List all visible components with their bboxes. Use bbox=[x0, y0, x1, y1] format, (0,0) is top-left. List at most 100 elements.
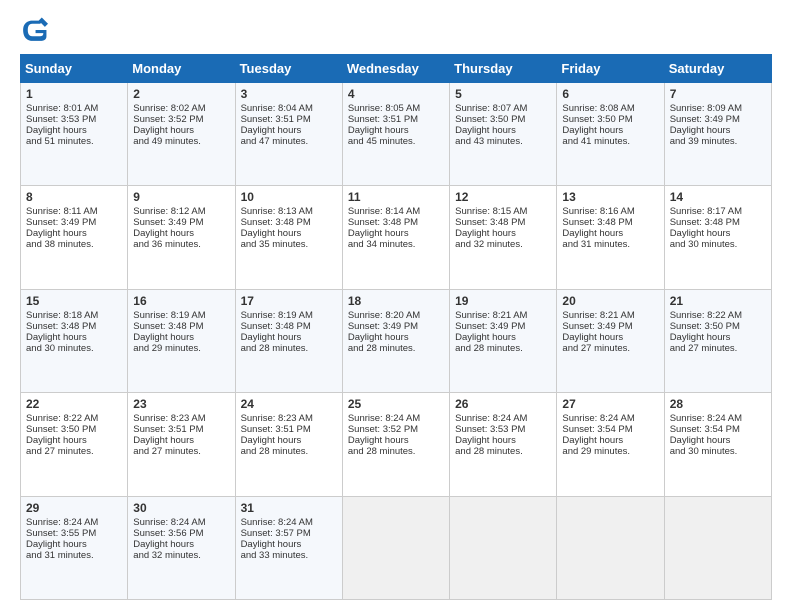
day-number: 1 bbox=[26, 87, 122, 101]
day-number: 8 bbox=[26, 190, 122, 204]
col-tuesday: Tuesday bbox=[235, 55, 342, 83]
sunrise-text: Sunrise: 8:22 AMSunset: 3:50 PMDaylight … bbox=[26, 413, 98, 457]
table-row: 9 Sunrise: 8:12 AMSunset: 3:49 PMDaylight… bbox=[128, 186, 235, 289]
calendar-table: Sunday Monday Tuesday Wednesday Thursday… bbox=[20, 54, 772, 600]
sunrise-text: Sunrise: 8:16 AMSunset: 3:48 PMDaylight … bbox=[562, 206, 634, 250]
table-row: 2 Sunrise: 8:02 AMSunset: 3:52 PMDaylight… bbox=[128, 83, 235, 186]
day-number: 30 bbox=[133, 501, 229, 515]
day-number: 2 bbox=[133, 87, 229, 101]
table-row: 4 Sunrise: 8:05 AMSunset: 3:51 PMDaylight… bbox=[342, 83, 449, 186]
day-number: 31 bbox=[241, 501, 337, 515]
day-number: 7 bbox=[670, 87, 766, 101]
table-row: 13 Sunrise: 8:16 AMSunset: 3:48 PMDayligh… bbox=[557, 186, 664, 289]
table-row: 25Sunrise: 8:24 AMSunset: 3:52 PMDayligh… bbox=[342, 393, 449, 496]
sunrise-text: Sunrise: 8:05 AMSunset: 3:51 PMDaylight … bbox=[348, 103, 420, 147]
day-number: 24 bbox=[241, 397, 337, 411]
day-number: 6 bbox=[562, 87, 658, 101]
col-friday: Friday bbox=[557, 55, 664, 83]
table-row: 5 Sunrise: 8:07 AMSunset: 3:50 PMDaylight… bbox=[450, 83, 557, 186]
day-number: 4 bbox=[348, 87, 444, 101]
table-row: 17 Sunrise: 8:19 AMSunset: 3:48 PMDayligh… bbox=[235, 289, 342, 392]
sunrise-text: Sunrise: 8:14 AMSunset: 3:48 PMDaylight … bbox=[348, 206, 420, 250]
sunrise-text: Sunrise: 8:04 AMSunset: 3:51 PMDaylight … bbox=[241, 103, 313, 147]
table-row: 22 Sunrise: 8:22 AMSunset: 3:50 PMDayligh… bbox=[21, 393, 128, 496]
sunrise-text: Sunrise: 8:13 AMSunset: 3:48 PMDaylight … bbox=[241, 206, 313, 250]
col-monday: Monday bbox=[128, 55, 235, 83]
day-number: 9 bbox=[133, 190, 229, 204]
sunrise-text: Sunrise: 8:09 AMSunset: 3:49 PMDaylight … bbox=[670, 103, 742, 147]
day-number: 19 bbox=[455, 294, 551, 308]
sunrise-text: Sunrise: 8:24 AMSunset: 3:56 PMDaylight … bbox=[133, 517, 205, 561]
sunrise-text: Sunrise: 8:17 AMSunset: 3:48 PMDaylight … bbox=[670, 206, 742, 250]
day-number: 12 bbox=[455, 190, 551, 204]
table-row: 16 Sunrise: 8:19 AMSunset: 3:48 PMDayligh… bbox=[128, 289, 235, 392]
day-number: 3 bbox=[241, 87, 337, 101]
day-number: 16 bbox=[133, 294, 229, 308]
sunrise-text: Sunrise: 8:12 AMSunset: 3:49 PMDaylight … bbox=[133, 206, 205, 250]
table-row: 8 Sunrise: 8:11 AMSunset: 3:49 PMDaylight… bbox=[21, 186, 128, 289]
table-row: 30 Sunrise: 8:24 AMSunset: 3:56 PMDayligh… bbox=[128, 496, 235, 599]
sunrise-text: Sunrise: 8:15 AMSunset: 3:48 PMDaylight … bbox=[455, 206, 527, 250]
sunrise-text: Sunrise: 8:08 AMSunset: 3:50 PMDaylight … bbox=[562, 103, 634, 147]
sunrise-text: Sunrise: 8:19 AMSunset: 3:48 PMDaylight … bbox=[133, 310, 205, 354]
table-row: 28 Sunrise: 8:24 AMSunset: 3:54 PMDayligh… bbox=[664, 393, 771, 496]
table-row: 29Sunrise: 8:24 AMSunset: 3:55 PMDayligh… bbox=[21, 496, 128, 599]
header-row: Sunday Monday Tuesday Wednesday Thursday… bbox=[21, 55, 772, 83]
table-row bbox=[342, 496, 449, 599]
sunrise-text: Sunrise: 8:07 AMSunset: 3:50 PMDaylight … bbox=[455, 103, 527, 147]
sunrise-text: Sunrise: 8:11 AMSunset: 3:49 PMDaylight … bbox=[26, 206, 98, 250]
day-number: 28 bbox=[670, 397, 766, 411]
table-row: 31Sunrise: 8:24 AMSunset: 3:57 PMDayligh… bbox=[235, 496, 342, 599]
day-number: 14 bbox=[670, 190, 766, 204]
day-number: 22 bbox=[26, 397, 122, 411]
table-row: 6 Sunrise: 8:08 AMSunset: 3:50 PMDaylight… bbox=[557, 83, 664, 186]
table-row: 20 Sunrise: 8:21 AMSunset: 3:49 PMDayligh… bbox=[557, 289, 664, 392]
col-saturday: Saturday bbox=[664, 55, 771, 83]
table-row: 15 Sunrise: 8:18 AMSunset: 3:48 PMDayligh… bbox=[21, 289, 128, 392]
logo bbox=[20, 16, 52, 44]
sunrise-text: Sunrise: 8:18 AMSunset: 3:48 PMDaylight … bbox=[26, 310, 98, 354]
calendar-week-2: 8 Sunrise: 8:11 AMSunset: 3:49 PMDaylight… bbox=[21, 186, 772, 289]
sunrise-text: Sunrise: 8:20 AMSunset: 3:49 PMDaylight … bbox=[348, 310, 420, 354]
sunrise-text: Sunrise: 8:01 AMSunset: 3:53 PMDaylight … bbox=[26, 103, 98, 147]
table-row bbox=[557, 496, 664, 599]
sunrise-text: Sunrise: 8:22 AMSunset: 3:50 PMDaylight … bbox=[670, 310, 742, 354]
table-row: 27 Sunrise: 8:24 AMSunset: 3:54 PMDayligh… bbox=[557, 393, 664, 496]
sunrise-text: Sunrise: 8:19 AMSunset: 3:48 PMDaylight … bbox=[241, 310, 313, 354]
col-wednesday: Wednesday bbox=[342, 55, 449, 83]
table-row: 10 Sunrise: 8:13 AMSunset: 3:48 PMDayligh… bbox=[235, 186, 342, 289]
sunrise-text: Sunrise: 8:23 AMSunset: 3:51 PMDaylight … bbox=[133, 413, 205, 457]
day-number: 25 bbox=[348, 397, 444, 411]
col-sunday: Sunday bbox=[21, 55, 128, 83]
day-number: 21 bbox=[670, 294, 766, 308]
calendar-week-3: 15 Sunrise: 8:18 AMSunset: 3:48 PMDayligh… bbox=[21, 289, 772, 392]
col-thursday: Thursday bbox=[450, 55, 557, 83]
day-number: 15 bbox=[26, 294, 122, 308]
table-row: 14 Sunrise: 8:17 AMSunset: 3:48 PMDayligh… bbox=[664, 186, 771, 289]
sunrise-text: Sunrise: 8:23 AMSunset: 3:51 PMDaylight … bbox=[241, 413, 313, 457]
calendar-page: Sunday Monday Tuesday Wednesday Thursday… bbox=[0, 0, 792, 612]
day-number: 11 bbox=[348, 190, 444, 204]
day-number: 17 bbox=[241, 294, 337, 308]
table-row: 24 Sunrise: 8:23 AMSunset: 3:51 PMDayligh… bbox=[235, 393, 342, 496]
logo-icon bbox=[20, 16, 48, 44]
day-number: 5 bbox=[455, 87, 551, 101]
day-number: 10 bbox=[241, 190, 337, 204]
table-row: 12 Sunrise: 8:15 AMSunset: 3:48 PMDayligh… bbox=[450, 186, 557, 289]
day-number: 18 bbox=[348, 294, 444, 308]
table-row: 18 Sunrise: 8:20 AMSunset: 3:49 PMDayligh… bbox=[342, 289, 449, 392]
sunrise-text: Sunrise: 8:21 AMSunset: 3:49 PMDaylight … bbox=[455, 310, 527, 354]
day-number: 20 bbox=[562, 294, 658, 308]
day-number: 29 bbox=[26, 501, 122, 515]
table-row: 21 Sunrise: 8:22 AMSunset: 3:50 PMDayligh… bbox=[664, 289, 771, 392]
header bbox=[20, 16, 772, 44]
table-row: 7 Sunrise: 8:09 AMSunset: 3:49 PMDaylight… bbox=[664, 83, 771, 186]
sunrise-text: Sunrise: 8:21 AMSunset: 3:49 PMDaylight … bbox=[562, 310, 634, 354]
sunrise-text: Sunrise: 8:24 AMSunset: 3:53 PMDaylight … bbox=[455, 413, 527, 457]
sunrise-text: Sunrise: 8:02 AMSunset: 3:52 PMDaylight … bbox=[133, 103, 205, 147]
day-number: 27 bbox=[562, 397, 658, 411]
day-number: 13 bbox=[562, 190, 658, 204]
table-row bbox=[450, 496, 557, 599]
sunrise-text: Sunrise: 8:24 AMSunset: 3:54 PMDaylight … bbox=[670, 413, 742, 457]
sunrise-text: Sunrise: 8:24 AMSunset: 3:54 PMDaylight … bbox=[562, 413, 634, 457]
